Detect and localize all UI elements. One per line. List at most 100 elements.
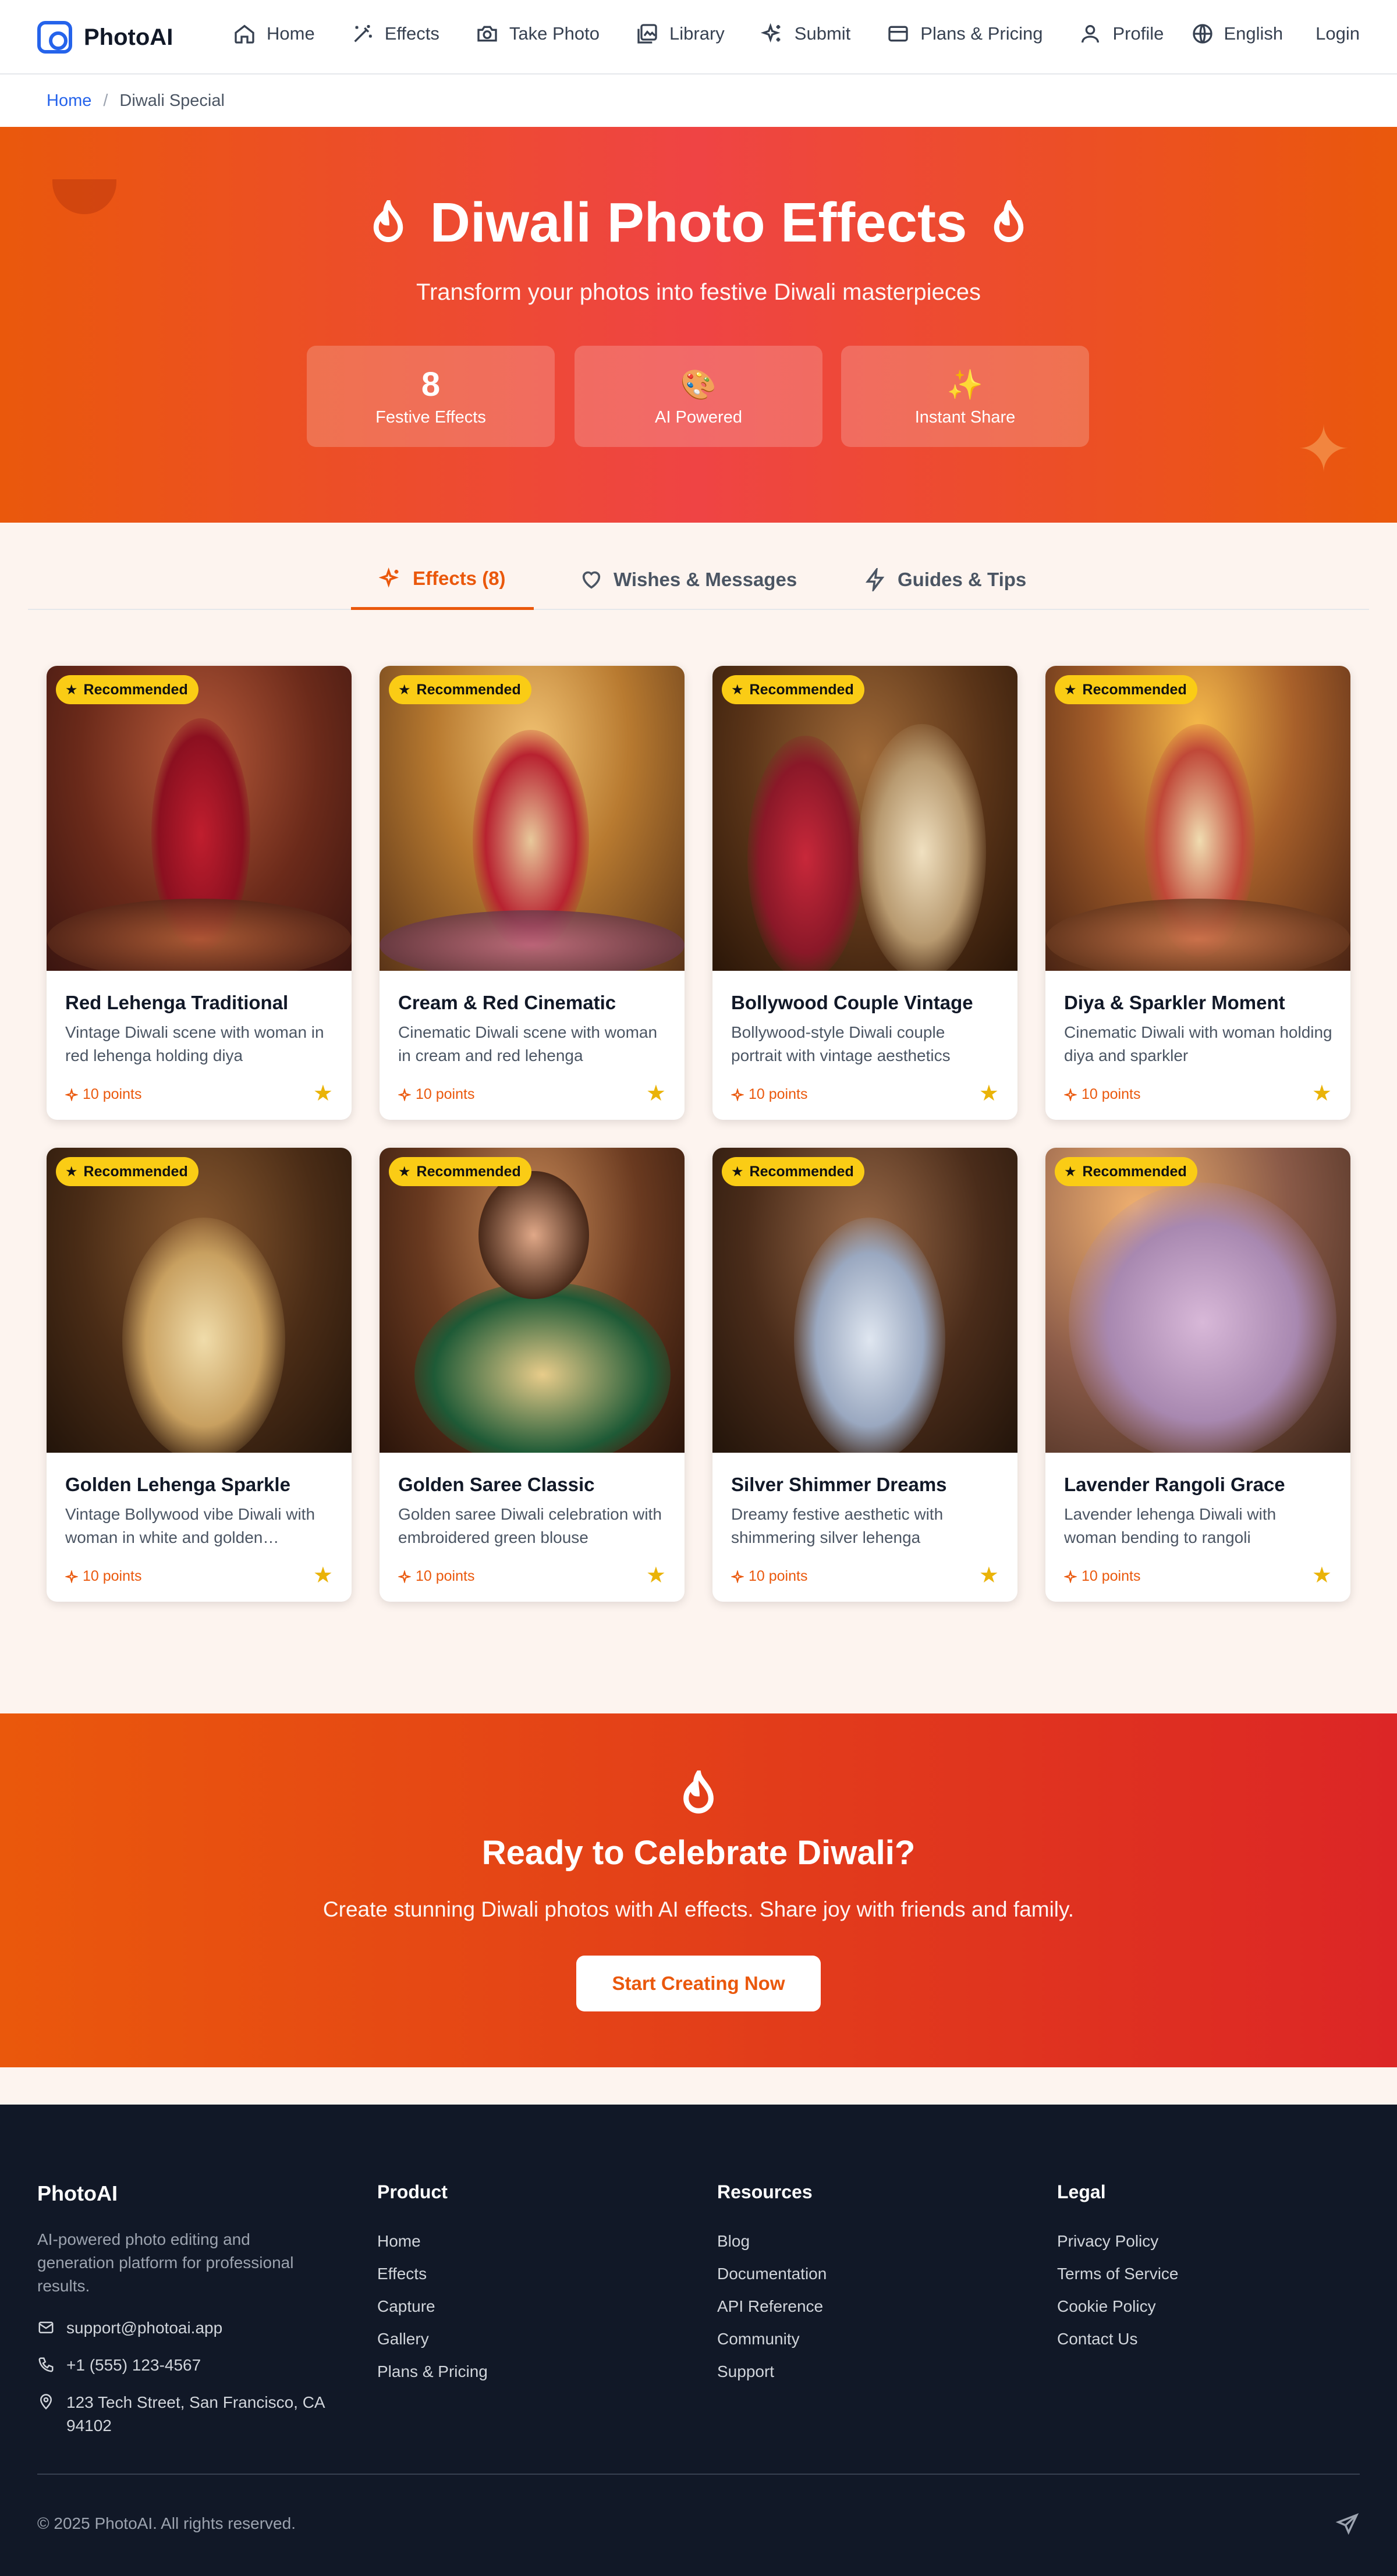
star-icon: ★ xyxy=(65,1163,78,1180)
start-creating-button[interactable]: Start Creating Now xyxy=(576,1956,821,2011)
footer-brand: PhotoAI xyxy=(37,2181,118,2205)
palette-icon: 🎨 xyxy=(680,368,717,401)
footer-link[interactable]: Blog xyxy=(717,2225,827,2258)
effect-card-lavender-rangoli[interactable]: ★ Recommended Lavender Rangoli Grace Lave… xyxy=(1045,1148,1350,1602)
effect-card-golden-lehenga[interactable]: ★ Recommended Golden Lehenga Sparkle Vint… xyxy=(47,1148,352,1602)
top-navbar: PhotoAI Home Effects Take Photo Library … xyxy=(0,0,1397,74)
footer-link[interactable]: Gallery xyxy=(377,2323,488,2355)
footer-link[interactable]: Cookie Policy xyxy=(1057,2290,1179,2323)
nav-item-home[interactable]: Home xyxy=(233,22,315,45)
tab-guides-tips[interactable]: Guides & Tips xyxy=(864,549,1026,610)
language-label: English xyxy=(1224,23,1283,44)
effect-thumbnail xyxy=(380,1148,685,1453)
card-points: 10 points xyxy=(731,1568,807,1585)
send-icon[interactable] xyxy=(1335,2512,1360,2536)
favorite-star-icon[interactable]: ★ xyxy=(646,1080,666,1106)
star-icon: ★ xyxy=(1064,1163,1077,1180)
favorite-star-icon[interactable]: ★ xyxy=(313,1562,333,1588)
nav-item-plans-pricing[interactable]: Plans & Pricing xyxy=(887,22,1043,45)
breadcrumb-home-link[interactable]: Home xyxy=(47,91,91,111)
card-points: 10 points xyxy=(398,1568,474,1585)
effect-thumbnail xyxy=(47,666,352,971)
nav-item-take-photo[interactable]: Take Photo xyxy=(476,22,600,45)
badge-label: Recommended xyxy=(749,681,854,698)
sparkle-icon xyxy=(1064,1570,1077,1583)
points-label: 10 points xyxy=(83,1086,142,1102)
favorite-star-icon[interactable]: ★ xyxy=(1312,1562,1332,1588)
star-icon: ★ xyxy=(398,682,411,698)
footer-link[interactable]: Home xyxy=(377,2225,488,2258)
nav-item-effects[interactable]: Effects xyxy=(351,22,439,45)
footer-link[interactable]: Privacy Policy xyxy=(1057,2225,1179,2258)
card-title: Diya & Sparkler Moment xyxy=(1064,992,1285,1013)
footer-link[interactable]: Documentation xyxy=(717,2258,827,2290)
recommended-badge: ★ Recommended xyxy=(389,1157,531,1186)
sparkles-icon: ✨ xyxy=(946,368,984,401)
favorite-star-icon[interactable]: ★ xyxy=(646,1562,666,1588)
cta-title: Ready to Celebrate Diwali? xyxy=(481,1834,916,1872)
points-label: 10 points xyxy=(1082,1568,1141,1584)
footer-about: AI-powered photo editing and generation … xyxy=(37,2230,294,2295)
content-tabs: Effects (8) Wishes & Messages Guides & T… xyxy=(28,549,1369,610)
breadcrumb-current: Diwali Special xyxy=(119,91,225,110)
favorite-star-icon[interactable]: ★ xyxy=(313,1080,333,1106)
effect-card-golden-saree[interactable]: ★ Recommended Golden Saree Classic Golden… xyxy=(380,1148,685,1602)
tab-effects[interactable]: Effects (8) xyxy=(351,549,534,610)
sparkles-icon xyxy=(379,567,399,588)
card-description: Bollywood-style Diwali couple portrait w… xyxy=(731,1023,951,1065)
recommended-badge: ★ Recommended xyxy=(722,675,864,704)
breadcrumb-separator: / xyxy=(103,91,108,110)
logo-text: PhotoAI xyxy=(84,24,173,50)
nav-item-label: Effects xyxy=(384,23,439,44)
logo[interactable]: PhotoAI xyxy=(37,21,173,54)
effect-card-cream-red[interactable]: ★ Recommended Cream & Red Cinematic Cinem… xyxy=(380,666,685,1120)
favorite-star-icon[interactable]: ★ xyxy=(979,1080,999,1106)
footer-link[interactable]: Community xyxy=(717,2323,827,2355)
footer-link[interactable]: Capture xyxy=(377,2290,488,2323)
card-title: Red Lehenga Traditional xyxy=(65,992,289,1013)
language-selector[interactable]: English xyxy=(1191,22,1283,45)
effect-card-diya-sparkler[interactable]: ★ Recommended Diya & Sparkler Moment Cine… xyxy=(1045,666,1350,1120)
tab-label: Effects (8) xyxy=(413,567,506,589)
nav-item-submit[interactable]: Submit xyxy=(760,22,850,45)
magic-wand-icon xyxy=(354,25,372,42)
mail-icon xyxy=(38,2322,54,2333)
footer-email[interactable]: support@photoai.app xyxy=(37,2316,222,2340)
sparkle-decoration-icon: ✦ xyxy=(1296,414,1350,485)
star-icon: ★ xyxy=(731,1163,744,1180)
nav-item-profile[interactable]: Profile xyxy=(1079,22,1164,45)
footer-column-title: Resources xyxy=(717,2181,813,2202)
footer-link[interactable]: Terms of Service xyxy=(1057,2258,1179,2290)
effect-card-red-lehenga[interactable]: ★ Recommended Red Lehenga Traditional Vin… xyxy=(47,666,352,1120)
login-button[interactable]: Login xyxy=(1316,23,1360,44)
footer-link[interactable]: Plans & Pricing xyxy=(377,2355,488,2388)
effect-thumbnail xyxy=(1045,1148,1350,1453)
points-label: 10 points xyxy=(749,1086,808,1102)
sparkles-icon xyxy=(760,23,781,43)
footer-link[interactable]: Effects xyxy=(377,2258,488,2290)
card-description: Vintage Bollywood vibe Diwali with woman… xyxy=(65,1505,315,1546)
card-title: Bollywood Couple Vintage xyxy=(731,992,973,1013)
sparkle-icon xyxy=(731,1088,744,1101)
footer-link[interactable]: API Reference xyxy=(717,2290,827,2323)
card-points: 10 points xyxy=(65,1086,141,1103)
nav-item-label: Profile xyxy=(1112,23,1164,44)
card-points: 10 points xyxy=(1064,1568,1140,1585)
footer-link[interactable]: Support xyxy=(717,2355,827,2388)
tab-wishes-messages[interactable]: Wishes & Messages xyxy=(580,549,797,610)
footer-link[interactable]: Contact Us xyxy=(1057,2323,1179,2355)
footer-phone[interactable]: +1 (555) 123-4567 xyxy=(37,2354,201,2377)
points-label: 10 points xyxy=(83,1568,142,1584)
stat-label: AI Powered xyxy=(655,407,742,427)
favorite-star-icon[interactable]: ★ xyxy=(979,1562,999,1588)
card-description: Cinematic Diwali scene with woman in cre… xyxy=(398,1023,658,1065)
tab-label: Wishes & Messages xyxy=(614,569,797,590)
favorite-star-icon[interactable]: ★ xyxy=(1312,1080,1332,1106)
nav-item-library[interactable]: Library xyxy=(636,22,725,45)
card-title: Cream & Red Cinematic xyxy=(398,992,616,1013)
recommended-badge: ★ Recommended xyxy=(1055,1157,1197,1186)
footer-email-text: support@photoai.app xyxy=(66,2319,223,2337)
effect-card-bollywood-couple[interactable]: ★ Recommended Bollywood Couple Vintage Bo… xyxy=(712,666,1017,1120)
card-description: Cinematic Diwali with woman holding diya… xyxy=(1064,1023,1332,1065)
effect-card-silver-shimmer[interactable]: ★ Recommended Silver Shimmer Dreams Dream… xyxy=(712,1148,1017,1602)
